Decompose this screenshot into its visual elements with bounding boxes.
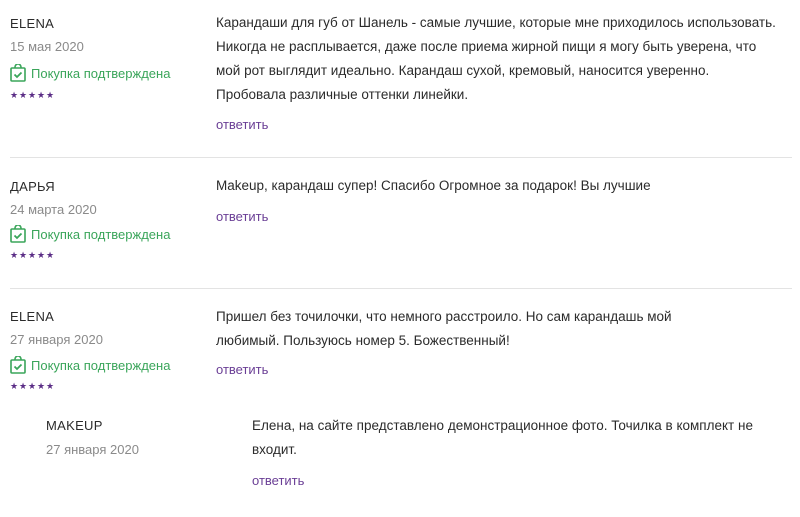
rating-stars: ★ ★ ★ ★ ★ <box>10 90 55 100</box>
divider <box>10 157 792 158</box>
star-icon: ★ <box>46 381 55 391</box>
star-icon: ★ <box>19 250 28 260</box>
review-text: Пришел без точилочки, что немного расстр… <box>216 309 672 348</box>
star-icon: ★ <box>46 90 55 100</box>
divider <box>10 288 792 289</box>
review-author: ELENA <box>10 16 55 31</box>
star-icon: ★ <box>10 90 19 100</box>
answer-author: MAKEUP <box>46 418 103 433</box>
rating-stars: ★ ★ ★ ★ ★ <box>10 250 55 260</box>
star-icon: ★ <box>10 381 19 391</box>
star-icon: ★ <box>28 90 37 100</box>
rating-stars: ★ ★ ★ ★ ★ <box>10 381 55 391</box>
verified-label: Покупка подтверждена <box>31 226 171 242</box>
star-icon: ★ <box>37 381 46 391</box>
verified-bag-icon <box>10 64 26 82</box>
star-icon: ★ <box>19 90 28 100</box>
review-author: ELENA <box>10 309 55 324</box>
answer-text: Елена, на сайте представлено демонстраци… <box>252 418 753 457</box>
reply-link[interactable]: ответить <box>216 117 268 132</box>
verified-label: Покупка подтверждена <box>31 357 171 373</box>
verified-purchase: Покупка подтверждена <box>10 64 170 82</box>
star-icon: ★ <box>19 381 28 391</box>
star-icon: ★ <box>28 381 37 391</box>
review-date: 24 марта 2020 <box>10 202 97 217</box>
verified-bag-icon <box>10 356 26 374</box>
star-icon: ★ <box>28 250 37 260</box>
reply-link[interactable]: ответить <box>216 209 268 224</box>
star-icon: ★ <box>37 250 46 260</box>
reply-link[interactable]: ответить <box>252 473 304 488</box>
star-icon: ★ <box>46 250 55 260</box>
review-text: Makeup, карандаш супер! Спасибо Огромное… <box>216 178 651 193</box>
review-author: ДАРЬЯ <box>10 179 55 194</box>
review-date: 15 мая 2020 <box>10 39 84 54</box>
reply-link[interactable]: ответить <box>216 362 268 377</box>
answer-date: 27 января 2020 <box>46 442 139 457</box>
review-date: 27 января 2020 <box>10 332 103 347</box>
verified-purchase: Покупка подтверждена <box>10 225 170 243</box>
verified-label: Покупка подтверждена <box>31 65 171 81</box>
verified-purchase: Покупка подтверждена <box>10 356 170 374</box>
review-text: Карандаши для губ от Шанель - самые лучш… <box>216 15 776 102</box>
star-icon: ★ <box>10 250 19 260</box>
star-icon: ★ <box>37 90 46 100</box>
verified-bag-icon <box>10 225 26 243</box>
